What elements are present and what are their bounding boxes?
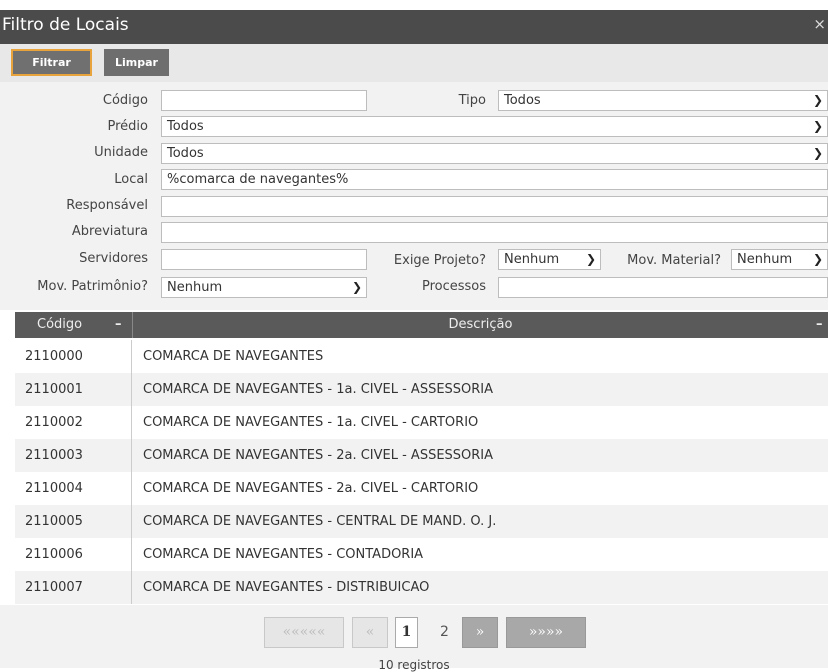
- dialog-title: Filtro de Locais: [2, 15, 129, 35]
- row-description: COMARCA DE NAVEGANTES - 1a. CIVEL - ASSE…: [143, 382, 494, 397]
- responsavel-label: Responsável: [66, 198, 148, 213]
- servidores-input[interactable]: [161, 249, 367, 270]
- toolbar: Filtrar Limpar: [0, 44, 828, 82]
- abreviatura-input[interactable]: [161, 222, 828, 243]
- predio-label: Prédio: [107, 119, 149, 134]
- table-row[interactable]: 2110000 COMARCA DE NAVEGANTES: [15, 340, 828, 373]
- row-code: 2110002: [25, 415, 83, 430]
- row-code: 2110000: [25, 349, 83, 364]
- chevron-down-icon: ❯: [812, 252, 823, 266]
- chevron-down-icon: ❯: [812, 93, 823, 107]
- local-label: Local: [114, 172, 148, 187]
- row-description: COMARCA DE NAVEGANTES - CENTRAL DE MAND.…: [143, 514, 497, 529]
- mov-patrimonio-label: Mov. Patrimônio?: [37, 279, 148, 294]
- chevron-down-icon: ❯: [351, 280, 362, 294]
- column-separator: [131, 571, 132, 604]
- mov-material-value: Nenhum: [737, 252, 793, 267]
- row-code: 2110001: [25, 382, 83, 397]
- collapse-icon[interactable]: –: [115, 312, 122, 338]
- column-separator: [131, 538, 132, 571]
- table-row[interactable]: 2110005 COMARCA DE NAVEGANTES - CENTRAL …: [15, 505, 828, 538]
- table-row[interactable]: 2110002 COMARCA DE NAVEGANTES - 1a. CIVE…: [15, 406, 828, 439]
- row-description: COMARCA DE NAVEGANTES: [143, 349, 324, 364]
- local-input[interactable]: %comarca de navegantes%: [161, 169, 828, 190]
- clear-button[interactable]: Limpar: [104, 49, 169, 76]
- column-separator: [131, 340, 132, 373]
- grid-header: Código – Descrição –: [15, 312, 828, 338]
- pagination: ««««« « 1 2 » »»»» 10 registros: [0, 605, 828, 672]
- processos-input[interactable]: [498, 277, 828, 298]
- row-description: COMARCA DE NAVEGANTES - 2a. CIVEL - CART…: [143, 481, 479, 496]
- table-row[interactable]: 2110003 COMARCA DE NAVEGANTES - 2a. CIVE…: [15, 439, 828, 472]
- servidores-label: Servidores: [79, 251, 148, 266]
- exige-projeto-select[interactable]: Nenhum ❯: [498, 249, 601, 270]
- predio-value: Todos: [167, 119, 204, 134]
- row-description: COMARCA DE NAVEGANTES - 1a. CIVEL - CART…: [143, 415, 479, 430]
- tipo-label: Tipo: [458, 93, 486, 108]
- tipo-value: Todos: [504, 93, 541, 108]
- codigo-input[interactable]: [161, 90, 367, 111]
- close-icon[interactable]: ×: [813, 15, 826, 33]
- column-separator: [131, 439, 132, 472]
- mov-material-label: Mov. Material?: [627, 253, 721, 268]
- row-code: 2110003: [25, 448, 83, 463]
- table-row[interactable]: 2110004 COMARCA DE NAVEGANTES - 2a. CIVE…: [15, 472, 828, 505]
- mov-patrimonio-value: Nenhum: [167, 280, 223, 295]
- filter-dialog: Filtro de Locais × Filtrar Limpar Código…: [0, 0, 828, 672]
- unidade-label: Unidade: [94, 145, 148, 160]
- column-separator: [131, 472, 132, 505]
- tipo-select[interactable]: Todos ❯: [498, 90, 828, 111]
- chevron-down-icon: ❯: [812, 146, 823, 160]
- mov-patrimonio-select[interactable]: Nenhum ❯: [161, 277, 367, 298]
- row-code: 2110006: [25, 547, 83, 562]
- collapse-icon[interactable]: –: [816, 317, 823, 333]
- exige-projeto-value: Nenhum: [504, 252, 560, 267]
- row-code: 2110004: [25, 481, 83, 496]
- filter-form: Código Tipo Todos ❯ Prédio Todos ❯ Unida…: [0, 82, 828, 310]
- filter-button[interactable]: Filtrar: [11, 49, 92, 76]
- column-header-descricao[interactable]: Descrição: [132, 312, 828, 338]
- row-description: COMARCA DE NAVEGANTES - 2a. CIVEL - ASSE…: [143, 448, 494, 463]
- page-1-button[interactable]: 1: [395, 617, 418, 648]
- page-2-button[interactable]: 2: [440, 617, 449, 648]
- processos-label: Processos: [421, 279, 486, 294]
- row-code: 2110007: [25, 580, 83, 595]
- predio-select[interactable]: Todos ❯: [161, 116, 828, 137]
- unidade-value: Todos: [167, 146, 204, 161]
- table-row[interactable]: 2110006 COMARCA DE NAVEGANTES - CONTADOR…: [15, 538, 828, 571]
- unidade-select[interactable]: Todos ❯: [161, 143, 828, 164]
- codigo-label: Código: [102, 93, 148, 108]
- responsavel-input[interactable]: [161, 196, 828, 217]
- column-header-codigo[interactable]: Código –: [15, 312, 132, 338]
- column-separator: [131, 406, 132, 439]
- chevron-down-icon: ❯: [812, 119, 823, 133]
- chevron-down-icon: ❯: [585, 252, 596, 266]
- table-row[interactable]: 2110001 COMARCA DE NAVEGANTES - 1a. CIVE…: [15, 373, 828, 406]
- abreviatura-label: Abreviatura: [71, 224, 148, 239]
- row-code: 2110005: [25, 514, 83, 529]
- exige-projeto-label: Exige Projeto?: [393, 253, 486, 268]
- mov-material-select[interactable]: Nenhum ❯: [731, 249, 828, 270]
- row-description: COMARCA DE NAVEGANTES - DISTRIBUICAO: [143, 580, 430, 595]
- row-description: COMARCA DE NAVEGANTES - CONTADORIA: [143, 547, 424, 562]
- column-separator: [131, 505, 132, 538]
- column-separator: [131, 373, 132, 406]
- last-page-button[interactable]: »»»»: [506, 617, 586, 648]
- title-bar[interactable]: Filtro de Locais ×: [0, 10, 828, 44]
- table-row[interactable]: 2110007 COMARCA DE NAVEGANTES - DISTRIBU…: [15, 571, 828, 604]
- first-page-button[interactable]: «««««: [264, 617, 344, 648]
- record-count: 10 registros: [378, 658, 450, 672]
- column-header-codigo-label: Código: [37, 317, 83, 332]
- column-header-descricao-label: Descrição: [448, 317, 513, 332]
- next-page-button[interactable]: »: [462, 617, 498, 648]
- prev-page-button[interactable]: «: [352, 617, 388, 648]
